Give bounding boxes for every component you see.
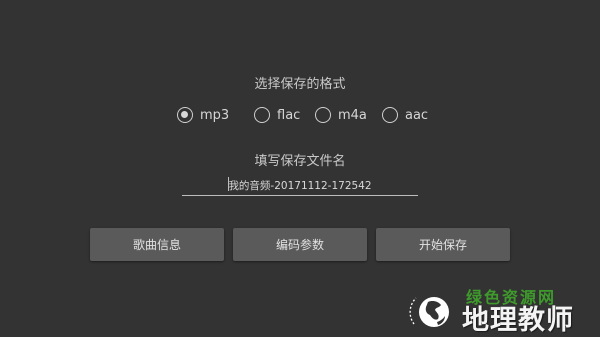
format-section-title: 选择保存的格式	[254, 77, 346, 92]
radio-unchecked-icon[interactable]	[382, 107, 398, 123]
radio-unchecked-icon[interactable]	[315, 107, 331, 123]
filename-section-title: 填写保存文件名	[254, 154, 346, 169]
song-info-button[interactable]: 歌曲信息	[90, 228, 224, 261]
globe-icon	[409, 297, 449, 327]
radio-label-mp3: mp3	[200, 107, 230, 123]
radio-unchecked-icon[interactable]	[254, 107, 270, 123]
watermark-title: 地理教师	[462, 305, 574, 336]
radio-label-m4a: m4a	[338, 107, 367, 123]
save-audio-screen: 选择保存的格式 mp3 flac m4a aac 填写保存文件名 歌曲信息 编码…	[0, 0, 600, 337]
radio-checked-icon[interactable]	[177, 107, 193, 123]
text-cursor	[228, 177, 229, 191]
radio-label-aac: aac	[405, 107, 429, 123]
radio-option-aac[interactable]: aac	[382, 103, 428, 127]
radio-label-flac: flac	[277, 107, 301, 123]
radio-option-m4a[interactable]: m4a	[315, 103, 367, 127]
encode-params-button[interactable]: 编码参数	[233, 228, 367, 261]
filename-input[interactable]	[182, 175, 418, 196]
format-radio-group: mp3 flac m4a aac	[0, 103, 600, 127]
radio-option-mp3[interactable]: mp3	[177, 103, 229, 127]
radio-option-flac[interactable]: flac	[254, 103, 300, 127]
start-save-button[interactable]: 开始保存	[376, 228, 510, 261]
filename-field-wrapper	[182, 174, 418, 196]
